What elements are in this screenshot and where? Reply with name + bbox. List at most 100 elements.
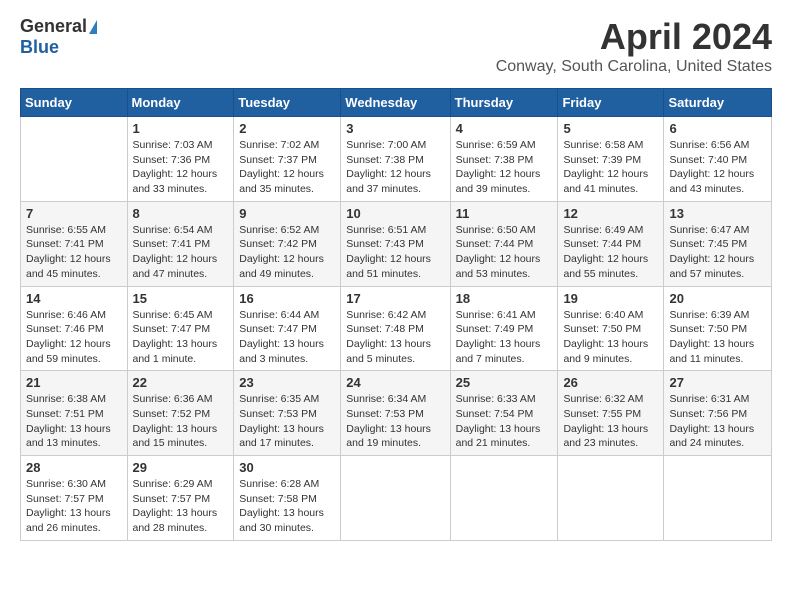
day-info: Sunrise: 6:52 AM Sunset: 7:42 PM Dayligh… xyxy=(239,223,335,282)
calendar-cell xyxy=(558,456,664,541)
day-info: Sunrise: 6:29 AM Sunset: 7:57 PM Dayligh… xyxy=(133,477,229,536)
day-info: Sunrise: 6:47 AM Sunset: 7:45 PM Dayligh… xyxy=(669,223,766,282)
day-info: Sunrise: 6:38 AM Sunset: 7:51 PM Dayligh… xyxy=(26,392,122,451)
calendar-cell: 10Sunrise: 6:51 AM Sunset: 7:43 PM Dayli… xyxy=(341,201,450,286)
day-info: Sunrise: 6:30 AM Sunset: 7:57 PM Dayligh… xyxy=(26,477,122,536)
day-info: Sunrise: 6:31 AM Sunset: 7:56 PM Dayligh… xyxy=(669,392,766,451)
day-number: 13 xyxy=(669,206,766,221)
day-info: Sunrise: 6:55 AM Sunset: 7:41 PM Dayligh… xyxy=(26,223,122,282)
logo: General Blue xyxy=(20,16,97,58)
calendar-cell: 30 Sunrise: 6:28 AM Sunset: 7:58 PM Dayli… xyxy=(234,456,341,541)
logo-triangle-icon xyxy=(89,20,97,34)
day-number: 26 xyxy=(563,375,658,390)
calendar-cell xyxy=(664,456,772,541)
day-info: Sunrise: 6:35 AM Sunset: 7:53 PM Dayligh… xyxy=(239,392,335,451)
day-number: 8 xyxy=(133,206,229,221)
calendar-body: 1 Sunrise: 7:03 AM Sunset: 7:36 PM Daylig… xyxy=(21,117,772,541)
calendar-cell: 21Sunrise: 6:38 AM Sunset: 7:51 PM Dayli… xyxy=(21,371,128,456)
calendar-cell: 9 Sunrise: 6:52 AM Sunset: 7:42 PM Daylig… xyxy=(234,201,341,286)
calendar-cell: 13 Sunrise: 6:47 AM Sunset: 7:45 PM Dayli… xyxy=(664,201,772,286)
calendar-header-wednesday: Wednesday xyxy=(341,89,450,117)
calendar-cell: 2Sunrise: 7:02 AM Sunset: 7:37 PM Daylig… xyxy=(234,117,341,202)
calendar-header-sunday: Sunday xyxy=(21,89,128,117)
day-info: Sunrise: 7:02 AM Sunset: 7:37 PM Dayligh… xyxy=(239,138,335,197)
day-number: 27 xyxy=(669,375,766,390)
calendar-week-5: 28 Sunrise: 6:30 AM Sunset: 7:57 PM Dayli… xyxy=(21,456,772,541)
calendar-cell: 20Sunrise: 6:39 AM Sunset: 7:50 PM Dayli… xyxy=(664,286,772,371)
day-info: Sunrise: 6:56 AM Sunset: 7:40 PM Dayligh… xyxy=(669,138,766,197)
day-number: 18 xyxy=(456,291,553,306)
day-info: Sunrise: 6:34 AM Sunset: 7:53 PM Dayligh… xyxy=(346,392,444,451)
day-number: 10 xyxy=(346,206,444,221)
month-title: April 2024 xyxy=(496,16,772,58)
calendar-cell: 24 Sunrise: 6:34 AM Sunset: 7:53 PM Dayli… xyxy=(341,371,450,456)
day-info: Sunrise: 7:03 AM Sunset: 7:36 PM Dayligh… xyxy=(133,138,229,197)
day-number: 22 xyxy=(133,375,229,390)
header: General Blue April 2024 Conway, South Ca… xyxy=(20,16,772,76)
day-number: 23 xyxy=(239,375,335,390)
calendar-header-thursday: Thursday xyxy=(450,89,558,117)
day-info: Sunrise: 6:33 AM Sunset: 7:54 PM Dayligh… xyxy=(456,392,553,451)
calendar-header-monday: Monday xyxy=(127,89,234,117)
location-title: Conway, South Carolina, United States xyxy=(496,58,772,76)
calendar-cell: 3 Sunrise: 7:00 AM Sunset: 7:38 PM Daylig… xyxy=(341,117,450,202)
day-number: 11 xyxy=(456,206,553,221)
day-info: Sunrise: 6:59 AM Sunset: 7:38 PM Dayligh… xyxy=(456,138,553,197)
logo-blue-text: Blue xyxy=(20,37,59,58)
day-number: 25 xyxy=(456,375,553,390)
day-info: Sunrise: 6:54 AM Sunset: 7:41 PM Dayligh… xyxy=(133,223,229,282)
calendar-cell: 19Sunrise: 6:40 AM Sunset: 7:50 PM Dayli… xyxy=(558,286,664,371)
day-info: Sunrise: 7:00 AM Sunset: 7:38 PM Dayligh… xyxy=(346,138,444,197)
day-number: 1 xyxy=(133,121,229,136)
day-number: 15 xyxy=(133,291,229,306)
calendar-cell: 14 Sunrise: 6:46 AM Sunset: 7:46 PM Dayli… xyxy=(21,286,128,371)
day-info: Sunrise: 6:32 AM Sunset: 7:55 PM Dayligh… xyxy=(563,392,658,451)
calendar-cell: 29 Sunrise: 6:29 AM Sunset: 7:57 PM Dayli… xyxy=(127,456,234,541)
calendar-header-tuesday: Tuesday xyxy=(234,89,341,117)
calendar-cell: 16 Sunrise: 6:44 AM Sunset: 7:47 PM Dayli… xyxy=(234,286,341,371)
day-info: Sunrise: 6:44 AM Sunset: 7:47 PM Dayligh… xyxy=(239,308,335,367)
calendar-cell: 17 Sunrise: 6:42 AM Sunset: 7:48 PM Dayli… xyxy=(341,286,450,371)
calendar-cell: 15 Sunrise: 6:45 AM Sunset: 7:47 PM Dayli… xyxy=(127,286,234,371)
calendar-cell: 22 Sunrise: 6:36 AM Sunset: 7:52 PM Dayli… xyxy=(127,371,234,456)
day-info: Sunrise: 6:36 AM Sunset: 7:52 PM Dayligh… xyxy=(133,392,229,451)
title-area: April 2024 Conway, South Carolina, Unite… xyxy=(496,16,772,76)
day-number: 30 xyxy=(239,460,335,475)
day-info: Sunrise: 6:58 AM Sunset: 7:39 PM Dayligh… xyxy=(563,138,658,197)
calendar-header-saturday: Saturday xyxy=(664,89,772,117)
day-number: 12 xyxy=(563,206,658,221)
calendar-cell: 5Sunrise: 6:58 AM Sunset: 7:39 PM Daylig… xyxy=(558,117,664,202)
day-number: 29 xyxy=(133,460,229,475)
day-info: Sunrise: 6:45 AM Sunset: 7:47 PM Dayligh… xyxy=(133,308,229,367)
calendar-cell: 12Sunrise: 6:49 AM Sunset: 7:44 PM Dayli… xyxy=(558,201,664,286)
calendar-cell: 11 Sunrise: 6:50 AM Sunset: 7:44 PM Dayli… xyxy=(450,201,558,286)
calendar-week-3: 14 Sunrise: 6:46 AM Sunset: 7:46 PM Dayli… xyxy=(21,286,772,371)
calendar-cell: 4 Sunrise: 6:59 AM Sunset: 7:38 PM Daylig… xyxy=(450,117,558,202)
calendar-cell xyxy=(341,456,450,541)
calendar-cell: 18Sunrise: 6:41 AM Sunset: 7:49 PM Dayli… xyxy=(450,286,558,371)
calendar-cell: 27 Sunrise: 6:31 AM Sunset: 7:56 PM Dayli… xyxy=(664,371,772,456)
day-number: 17 xyxy=(346,291,444,306)
day-number: 7 xyxy=(26,206,122,221)
day-number: 28 xyxy=(26,460,122,475)
day-number: 6 xyxy=(669,121,766,136)
day-number: 14 xyxy=(26,291,122,306)
calendar-week-2: 7 Sunrise: 6:55 AM Sunset: 7:41 PM Daylig… xyxy=(21,201,772,286)
day-info: Sunrise: 6:28 AM Sunset: 7:58 PM Dayligh… xyxy=(239,477,335,536)
calendar-cell xyxy=(450,456,558,541)
calendar-header-friday: Friday xyxy=(558,89,664,117)
day-number: 19 xyxy=(563,291,658,306)
day-number: 9 xyxy=(239,206,335,221)
calendar-cell: 1 Sunrise: 7:03 AM Sunset: 7:36 PM Daylig… xyxy=(127,117,234,202)
calendar-table: SundayMondayTuesdayWednesdayThursdayFrid… xyxy=(20,88,772,541)
day-info: Sunrise: 6:50 AM Sunset: 7:44 PM Dayligh… xyxy=(456,223,553,282)
day-number: 4 xyxy=(456,121,553,136)
day-info: Sunrise: 6:46 AM Sunset: 7:46 PM Dayligh… xyxy=(26,308,122,367)
day-number: 16 xyxy=(239,291,335,306)
day-number: 24 xyxy=(346,375,444,390)
day-info: Sunrise: 6:42 AM Sunset: 7:48 PM Dayligh… xyxy=(346,308,444,367)
calendar-cell: 6 Sunrise: 6:56 AM Sunset: 7:40 PM Daylig… xyxy=(664,117,772,202)
calendar-cell: 28 Sunrise: 6:30 AM Sunset: 7:57 PM Dayli… xyxy=(21,456,128,541)
calendar-cell xyxy=(21,117,128,202)
day-number: 3 xyxy=(346,121,444,136)
